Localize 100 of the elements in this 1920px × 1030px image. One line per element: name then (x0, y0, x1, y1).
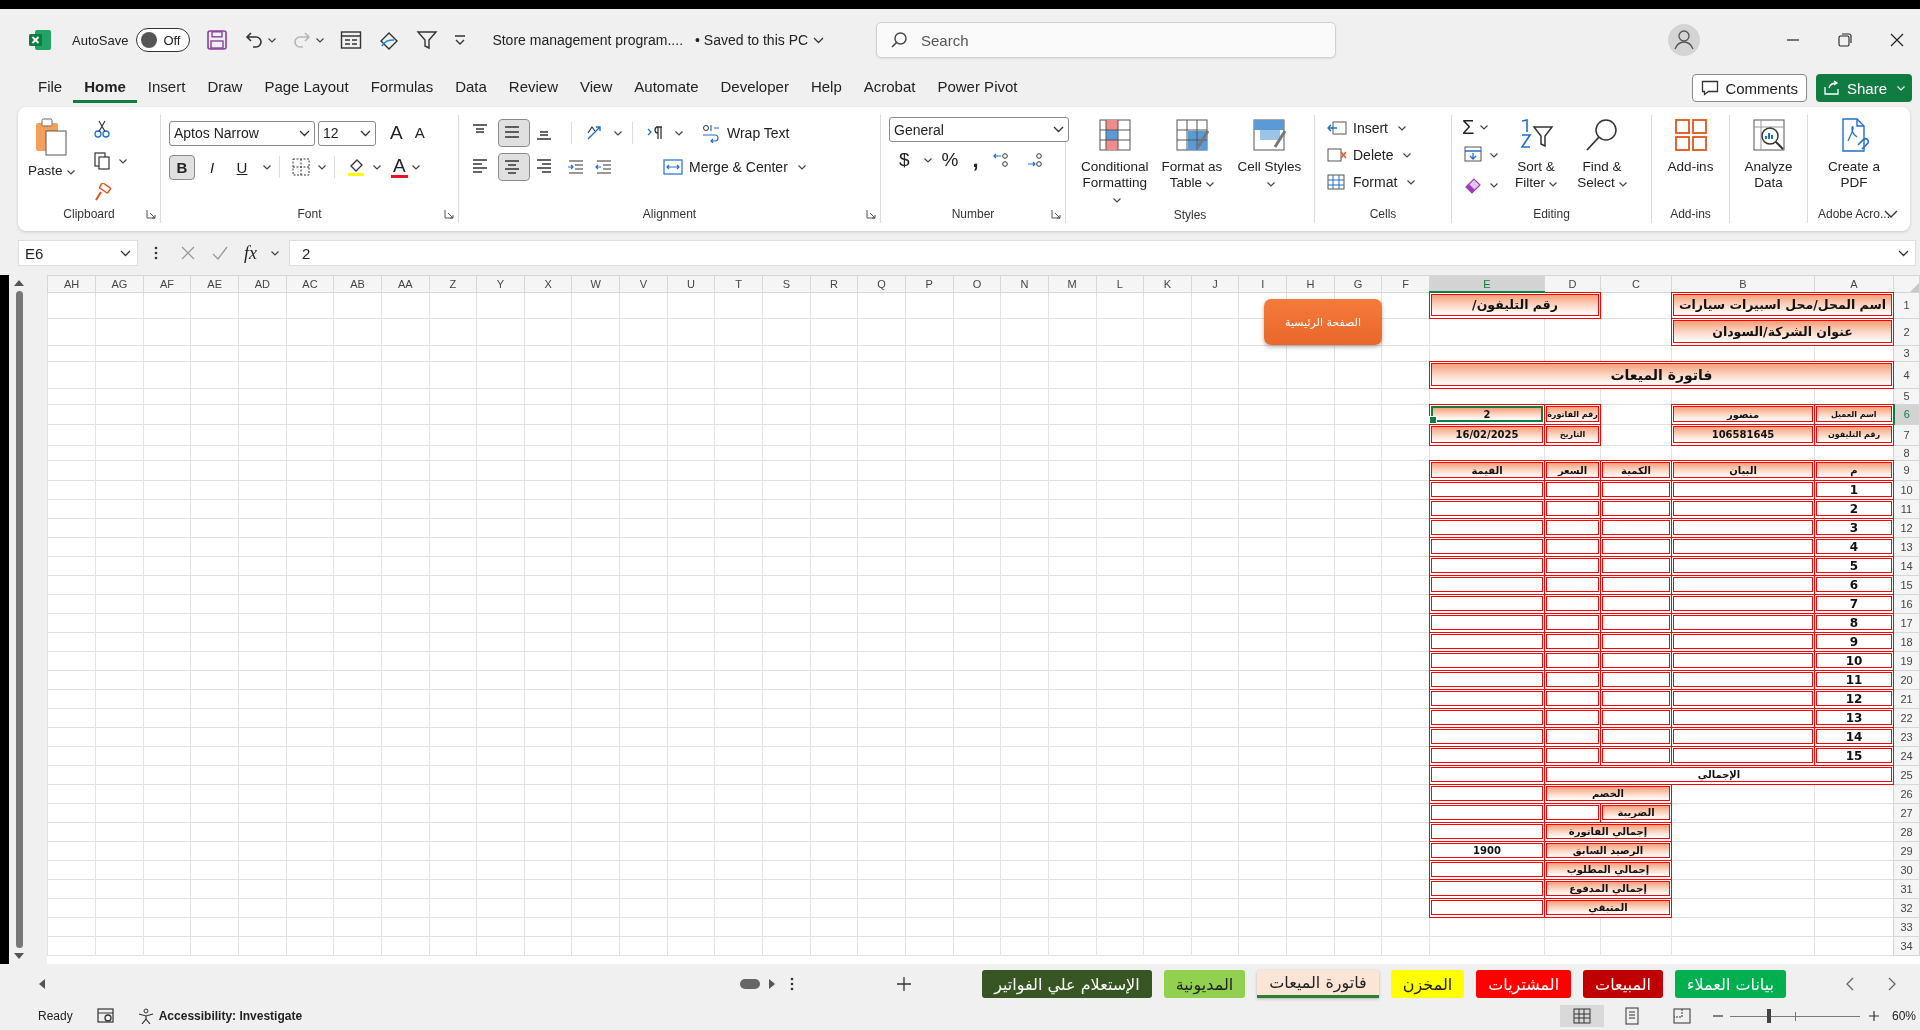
chevron-down-icon[interactable] (813, 36, 825, 44)
font-name-dropdown[interactable]: Aptos Narrow (169, 120, 315, 146)
format-as-table-button[interactable]: Format as Table (1155, 117, 1229, 191)
scroll-up-icon[interactable] (14, 279, 24, 287)
column-header[interactable]: O (953, 275, 1001, 292)
grow-font-button[interactable]: A (384, 123, 409, 143)
font-size-dropdown[interactable]: 12 (318, 120, 376, 146)
form-icon[interactable] (340, 30, 363, 50)
column-header[interactable]: AB (333, 275, 382, 292)
number-format-dropdown[interactable]: General (889, 117, 1069, 142)
macro-record-icon[interactable] (96, 1007, 115, 1024)
close-icon[interactable] (1890, 33, 1904, 47)
add-sheet-icon[interactable] (896, 976, 912, 992)
scrollbar-thumb[interactable] (15, 291, 23, 948)
autosum-button[interactable]: Σ (1460, 117, 1477, 137)
column-header[interactable]: X (524, 275, 572, 292)
formula-field[interactable]: 2 (289, 240, 1916, 266)
zoom-in-icon[interactable] (1867, 1009, 1880, 1022)
caret-icon[interactable] (1407, 179, 1416, 185)
column-header[interactable]: J (1191, 275, 1239, 292)
caret-icon[interactable] (1618, 182, 1627, 187)
menu-tab[interactable]: Draw (196, 73, 254, 103)
font-style-button[interactable]: I (199, 154, 225, 180)
fill-handle[interactable] (1429, 416, 1437, 424)
restore-icon[interactable] (1838, 33, 1852, 47)
dialog-launcher-icon[interactable] (1051, 209, 1061, 219)
caret-icon[interactable] (268, 37, 277, 43)
more-options-icon[interactable] (790, 977, 794, 991)
caret-icon[interactable] (316, 37, 325, 43)
dialog-launcher-icon[interactable] (444, 209, 454, 219)
cell-styles-button[interactable]: Cell Styles (1232, 117, 1306, 191)
caret-icon[interactable] (118, 158, 127, 164)
caret-icon[interactable] (411, 164, 420, 170)
next-sheet-icon[interactable] (1888, 977, 1896, 991)
menu-tab[interactable]: Acrobat (852, 73, 927, 103)
find-select-button[interactable]: Find & Select (1574, 117, 1630, 191)
chevron-down-icon[interactable] (299, 129, 310, 137)
caret-icon[interactable] (614, 130, 622, 136)
column-header[interactable]: Z (429, 275, 477, 292)
comma-style-button[interactable]: , (968, 150, 983, 170)
customize-icon[interactable] (454, 34, 467, 46)
filter-icon[interactable] (416, 29, 439, 51)
caret-icon[interactable] (318, 164, 326, 170)
menu-tab[interactable]: Page Layout (253, 73, 360, 103)
normal-view-icon[interactable] (1559, 1004, 1604, 1027)
share-button[interactable]: Share (1815, 74, 1912, 102)
chevron-down-icon[interactable] (1053, 126, 1064, 133)
menu-tab[interactable]: Automate (623, 73, 710, 103)
save-status[interactable]: • Saved to this PC (695, 32, 809, 48)
scroll-right-icon[interactable] (768, 979, 776, 989)
column-header[interactable]: AC (286, 275, 334, 292)
caret-icon[interactable] (675, 130, 683, 136)
column-header[interactable]: S (762, 275, 811, 292)
sheet-tab[interactable]: المشتريات (1476, 970, 1572, 998)
caret-icon[interactable] (1549, 182, 1557, 187)
column-header[interactable]: E (1429, 275, 1545, 292)
caret-icon[interactable] (1490, 182, 1498, 188)
format-button[interactable]: Format (1327, 171, 1416, 193)
dialog-launcher-icon[interactable] (146, 209, 156, 219)
column-header[interactable]: L (1096, 275, 1144, 292)
scroll-down-icon[interactable] (14, 952, 24, 960)
sort-filter-button[interactable]: Sort & Filter (1508, 117, 1564, 191)
column-header[interactable]: T (714, 275, 763, 292)
insert-function-button[interactable]: fx (244, 242, 257, 264)
percent-button[interactable]: % (937, 150, 963, 170)
menu-tab[interactable]: Power Pivot (926, 73, 1029, 103)
menu-tab[interactable]: Formulas (359, 73, 445, 103)
wrap-text-button[interactable]: Wrap Text (701, 123, 790, 143)
merge-center-button[interactable]: Merge & Center (663, 158, 806, 176)
menu-tab[interactable]: Review (497, 73, 570, 103)
sheet-tab[interactable]: المديونية (1163, 970, 1246, 998)
chevron-down-icon[interactable] (360, 129, 371, 137)
column-header[interactable]: V (619, 275, 668, 292)
caret-icon[interactable] (1403, 152, 1412, 158)
column-header[interactable]: G (1334, 275, 1382, 292)
column-header[interactable]: Y (476, 275, 525, 292)
column-header[interactable]: F (1381, 275, 1430, 292)
accessibility-button[interactable]: Accessibility: Investigate (136, 1007, 303, 1024)
menu-tab[interactable]: Home (73, 73, 137, 103)
caret-icon[interactable] (1206, 182, 1215, 187)
insert-button[interactable]: Insert (1327, 117, 1416, 139)
sheet-tab[interactable]: الإستعلام علي الفواتير (982, 970, 1152, 998)
font-style-button[interactable]: U (229, 154, 255, 180)
comments-button[interactable]: Comments (1692, 74, 1807, 102)
menu-tab[interactable]: Developer (709, 73, 800, 103)
middle-align-icon[interactable] (499, 120, 529, 146)
column-header[interactable]: W (571, 275, 620, 292)
font-color-button[interactable]: A (391, 156, 408, 178)
sheet-tab[interactable]: المبيعات (1583, 970, 1663, 998)
caret-icon[interactable] (1112, 198, 1121, 203)
expand-icon[interactable] (1898, 249, 1909, 257)
menu-tab[interactable]: Data (444, 73, 498, 103)
caret-icon[interactable] (1480, 124, 1489, 130)
column-header[interactable]: N (1000, 275, 1049, 292)
column-header[interactable]: Q (857, 275, 906, 292)
scroll-left-icon[interactable] (38, 979, 46, 989)
column-header[interactable]: A (1814, 275, 1894, 292)
avatar-icon[interactable] (1668, 24, 1700, 56)
column-header[interactable]: R (810, 275, 858, 292)
dialog-launcher-icon[interactable] (866, 209, 876, 219)
